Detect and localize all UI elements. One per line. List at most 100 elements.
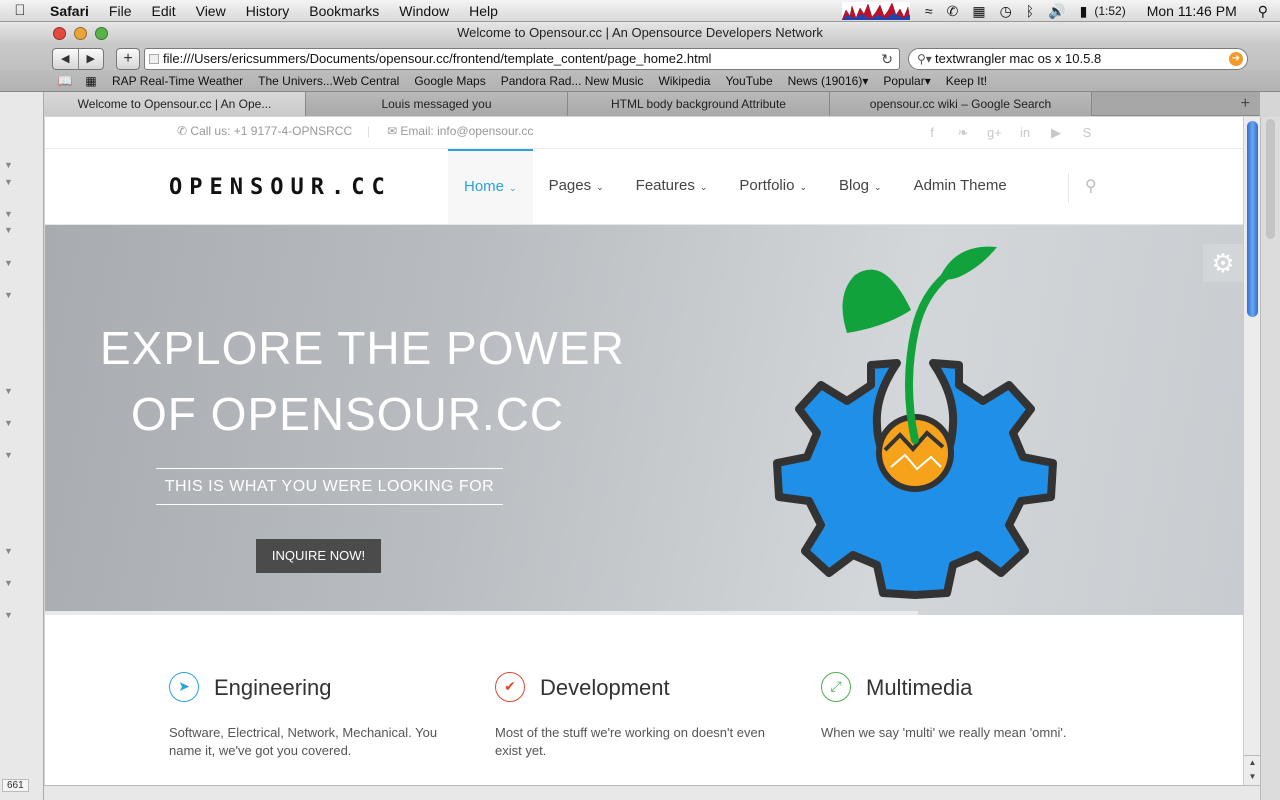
forward-button[interactable]: ▶ xyxy=(79,49,104,69)
address-bar-url[interactable]: file:///Users/ericsummers/Documents/open… xyxy=(163,51,711,66)
contact-email-text[interactable]: Email: info@opensour.cc xyxy=(400,124,533,138)
phone-icon[interactable]: ✆ xyxy=(940,3,966,20)
window-title: Welcome to Opensour.cc | An Opensource D… xyxy=(457,25,823,40)
bookmark-item[interactable]: RAP Real-Time Weather xyxy=(104,74,250,88)
scroll-arrows[interactable]: ▲ ▼ xyxy=(1244,755,1261,785)
check-icon: ✔ xyxy=(495,672,525,702)
battery-time[interactable]: (1:52) xyxy=(1094,4,1132,18)
reading-list-icon[interactable]: 📖 xyxy=(52,74,78,88)
spaces-icon[interactable]: ▦ xyxy=(965,3,992,20)
skype-icon[interactable]: S xyxy=(1080,125,1094,141)
search-icon[interactable]: ⚲▾ xyxy=(917,49,932,69)
search-field[interactable]: ⚲▾ textwrangler mac os x 10.5.8 ➜ xyxy=(908,48,1248,70)
history-nav: ◀ ▶ xyxy=(52,48,104,70)
tab-google-search[interactable]: opensour.cc wiki – Google Search xyxy=(830,92,1092,116)
bookmark-item[interactable]: The Univers...Web Central xyxy=(250,74,406,88)
site-logo[interactable]: OPENSOUR.CC xyxy=(169,175,392,200)
nav-portfolio[interactable]: Portfolio ⌄ xyxy=(723,149,823,224)
battery-icon[interactable]: ▮ xyxy=(1073,3,1095,20)
google-plus-icon[interactable]: g+ xyxy=(987,125,1002,141)
bluetooth-icon[interactable]: ᛒ xyxy=(1019,3,1041,19)
bookmark-item[interactable]: Google Maps xyxy=(406,74,492,88)
volume-icon[interactable]: 🔊 xyxy=(1041,3,1072,20)
site-topbar: ✆ Call us: +1 9177-4-OPNSRCC | ✉ Email: … xyxy=(45,117,1243,149)
menu-bookmarks[interactable]: Bookmarks xyxy=(299,3,389,19)
tab-html-body-background[interactable]: HTML body background Attribute xyxy=(568,92,830,116)
cpu-monitor-icon[interactable] xyxy=(841,2,910,20)
close-window-icon[interactable] xyxy=(53,27,66,40)
bookmark-item[interactable]: Pandora Rad... New Music xyxy=(493,74,651,88)
chevron-down-icon: ⌄ xyxy=(799,182,807,192)
nav-home[interactable]: Home ⌄ xyxy=(448,149,533,224)
gear-icon[interactable]: ⚙ xyxy=(1203,244,1243,282)
youtube-icon[interactable]: ▶ xyxy=(1049,125,1063,141)
back-button[interactable]: ◀ xyxy=(53,49,79,69)
linkedin-icon[interactable]: in xyxy=(1018,125,1032,141)
nav-admin-theme[interactable]: Admin Theme xyxy=(898,149,1023,224)
menu-app-safari[interactable]: Safari xyxy=(40,3,99,19)
hero-heading-line2: OF OPENSOUR.CC xyxy=(131,388,565,440)
nav-portfolio-label[interactable]: Portfolio xyxy=(739,177,794,194)
menu-history[interactable]: History xyxy=(236,3,300,19)
gear-sprout-logo-icon xyxy=(773,246,1057,599)
menu-view[interactable]: View xyxy=(186,3,236,19)
facebook-icon[interactable]: f xyxy=(925,125,939,141)
reload-icon[interactable]: ↻ xyxy=(881,49,893,69)
menu-window[interactable]: Window xyxy=(389,3,459,19)
feature-description: Most of the stuff we're working on doesn… xyxy=(495,725,765,758)
new-tab-button[interactable]: + xyxy=(1241,92,1250,116)
nav-blog-label[interactable]: Blog xyxy=(839,177,869,194)
nav-pages[interactable]: Pages ⌄ xyxy=(533,149,620,224)
menubar-clock[interactable]: Mon 11:46 PM xyxy=(1133,3,1251,19)
contact-phone: ✆ Call us: +1 9177-4-OPNSRCC xyxy=(177,124,352,138)
wifi-icon[interactable]: ≈ xyxy=(918,3,940,19)
bookmark-item[interactable]: Wikipedia xyxy=(650,74,717,88)
tab-opensour-home[interactable]: Welcome to Opensour.cc | An Ope... xyxy=(44,92,306,116)
menu-file[interactable]: File xyxy=(99,3,142,19)
search-field-value[interactable]: textwrangler mac os x 10.5.8 xyxy=(935,51,1101,66)
nav-pages-label[interactable]: Pages xyxy=(549,177,592,194)
features-section: ➤ Engineering Software, Electrical, Netw… xyxy=(45,615,1243,800)
nav-home-label[interactable]: Home xyxy=(464,178,504,195)
menu-help[interactable]: Help xyxy=(459,3,508,19)
bookmark-folder[interactable]: News (19016)▾ xyxy=(780,74,876,88)
twitter-icon[interactable]: ❧ xyxy=(956,125,970,141)
menu-edit[interactable]: Edit xyxy=(141,3,185,19)
chevron-down-icon: ⌄ xyxy=(509,183,517,193)
add-bookmark-button[interactable]: + xyxy=(116,48,140,70)
background-window-edge xyxy=(1260,117,1280,800)
search-go-icon[interactable]: ➜ xyxy=(1229,52,1243,66)
scrollbar-thumb[interactable] xyxy=(1247,121,1258,317)
background-scrollbar-thumb[interactable] xyxy=(1266,119,1275,239)
hero-subtitle: THIS IS WHAT YOU WERE LOOKING FOR xyxy=(156,468,503,505)
tab-louis-message[interactable]: Louis messaged you xyxy=(306,92,568,116)
search-icon[interactable]: ⚲ xyxy=(1085,176,1097,196)
feature-description: Software, Electrical, Network, Mechanica… xyxy=(169,725,438,758)
tab-bar: Welcome to Opensour.cc | An Ope... Louis… xyxy=(44,92,1260,116)
nav-features-label[interactable]: Features xyxy=(636,177,695,194)
nav-divider xyxy=(1068,173,1069,203)
apple-menu-icon[interactable]:  xyxy=(0,2,40,19)
chevron-down-icon: ⌄ xyxy=(596,182,604,192)
feature-title: Multimedia xyxy=(866,675,973,700)
envelope-icon: ✉ xyxy=(387,124,398,138)
bookmark-folder[interactable]: Popular▾ xyxy=(875,74,937,88)
bookmark-item[interactable]: Keep It! xyxy=(938,74,994,88)
page-scrollbar[interactable]: ▲ ▼ xyxy=(1243,117,1261,785)
feature-title: Development xyxy=(540,675,670,700)
page-favicon-icon xyxy=(149,54,159,64)
spotlight-icon[interactable]: ⚲ xyxy=(1251,3,1280,20)
address-bar[interactable]: file:///Users/ericsummers/Documents/open… xyxy=(144,48,900,70)
nav-features[interactable]: Features ⌄ xyxy=(620,149,724,224)
time-machine-icon[interactable]: ◷ xyxy=(993,3,1019,20)
zoom-window-icon[interactable] xyxy=(95,27,108,40)
bookmark-item[interactable]: YouTube xyxy=(717,74,779,88)
phone-icon: ✆ xyxy=(177,124,188,138)
inquire-now-button[interactable]: INQUIRE NOW! xyxy=(256,539,381,573)
nav-blog[interactable]: Blog ⌄ xyxy=(823,149,898,224)
nav-admin-theme-label[interactable]: Admin Theme xyxy=(914,177,1007,194)
window-bottom-edge xyxy=(44,785,1260,800)
minimize-window-icon[interactable] xyxy=(74,27,87,40)
contact-email[interactable]: ✉ Email: info@opensour.cc xyxy=(387,124,533,138)
top-sites-icon[interactable]: ▦ xyxy=(78,74,104,88)
